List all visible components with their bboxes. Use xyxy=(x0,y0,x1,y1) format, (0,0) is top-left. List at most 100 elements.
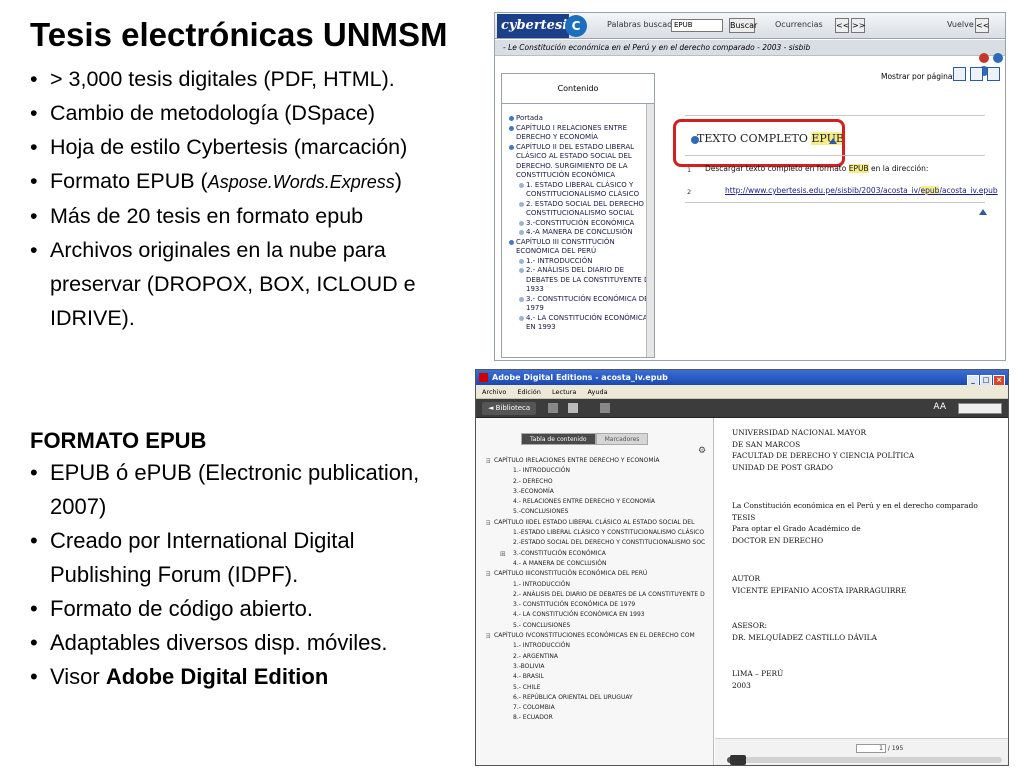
view-full-icon[interactable] xyxy=(953,67,966,81)
toc-item[interactable]: 3.-CONSTITUCIÓN ECONÓMICA xyxy=(486,549,708,559)
toc-item[interactable]: 6.- REPÚBLICA ORIENTAL DEL URUGUAY xyxy=(486,693,708,703)
page-line: 2003 xyxy=(732,680,751,690)
cybertesis-screenshot: cybertesis C Palabras buscadas EPUB Busc… xyxy=(494,12,1006,361)
toc-item[interactable]: 5.- CONCLUSIONES xyxy=(486,621,708,631)
highlight-annotation xyxy=(673,119,845,167)
toc-item[interactable]: 7.- COLOMBIA xyxy=(486,703,708,713)
view-split-icon[interactable] xyxy=(987,67,1000,81)
contents-view-icon[interactable] xyxy=(568,403,578,413)
reading-progress-bar[interactable] xyxy=(727,755,1002,765)
toc-item[interactable]: 1.- INTRODUCCIÓN xyxy=(486,641,708,651)
font-size-slider[interactable] xyxy=(958,403,1002,414)
sidebar-toc-item[interactable]: 3.-CONSTITUCIÓN ECONÓMICA xyxy=(508,219,654,229)
text-span: Adobe Digital Edition xyxy=(105,664,329,689)
help-icon[interactable] xyxy=(993,53,1003,63)
menu-edicion[interactable]: Edición xyxy=(517,388,541,396)
search-button[interactable]: Buscar xyxy=(729,18,757,33)
window-titlebar: Adobe Digital Editions - acosta_iv.epub … xyxy=(476,370,1008,386)
sidebar-toc-item[interactable]: CAPÍTULO I RELACIONES ENTRE DERECHO Y EC… xyxy=(508,124,654,143)
toc-item[interactable]: 4.- BRASIL xyxy=(486,672,708,682)
text-span: ) xyxy=(394,169,402,193)
sidebar-toc-item[interactable]: 1.- INTRODUCCIÓN xyxy=(508,257,654,267)
menu-ayuda[interactable]: Ayuda xyxy=(587,388,607,396)
sidebar-toc-item[interactable]: 4.-A MANERA DE CONCLUSIÓN xyxy=(508,228,654,238)
toc-item[interactable]: 4.- RELACIONES ENTRE DERECHO Y ECONOMÍA xyxy=(486,497,708,507)
cybertesis-toolbar: cybertesis C Palabras buscadas EPUB Busc… xyxy=(495,13,1005,39)
page-university-block: UNIVERSIDAD NACIONAL MAYOR DE SAN MARCOS F… xyxy=(732,427,914,473)
page-line: TESIS xyxy=(732,512,756,522)
bullet-item: Visor Adobe Digital Edition xyxy=(30,660,450,694)
window-title: Adobe Digital Editions - acosta_iv.epub xyxy=(492,373,668,382)
print-icon[interactable] xyxy=(979,53,989,63)
gear-icon[interactable]: ⚙ xyxy=(698,446,706,456)
sidebar-scrollbar[interactable] xyxy=(646,104,654,357)
sidebar-toc-item[interactable]: 2. ESTADO SOCIAL DEL DERECHO Y CONSTITUC… xyxy=(508,200,654,219)
page-line: UNIDAD DE POST GRADO xyxy=(732,462,833,472)
toc-item[interactable]: 1.- INTRODUCCIÓN xyxy=(486,580,708,590)
font-size-button[interactable]: AA xyxy=(933,402,946,412)
bookmark-icon[interactable] xyxy=(548,403,558,413)
row-number: 1 xyxy=(687,166,692,174)
toc-chapter[interactable]: CAPÍTULO IIDEL ESTADO LIBERAL CLÁSICO AL… xyxy=(486,518,708,528)
text-span: Aspose.Words.Express xyxy=(207,172,395,192)
occurrences-label: Ocurrencias xyxy=(775,20,823,29)
back-button[interactable]: << xyxy=(975,18,989,33)
tab-bookmarks[interactable]: Marcadores xyxy=(595,433,649,445)
adobe-digital-editions-screenshot: Adobe Digital Editions - acosta_iv.epub … xyxy=(475,369,1009,766)
page-line: ASESOR: xyxy=(732,621,767,630)
bullet-item: Hoja de estilo Cybertesis (marcación) xyxy=(30,130,470,164)
chart-icon[interactable] xyxy=(600,403,610,413)
toc-item[interactable]: 2.-ESTADO SOCIAL DEL DERECHO Y CONSTITUC… xyxy=(486,538,708,548)
search-input[interactable]: EPUB xyxy=(671,19,723,32)
show-pages-label: Mostrar por páginas xyxy=(881,72,957,81)
sidebar-toc-item[interactable]: 3.- CONSTITUCIÓN ECONÓMICA DE 1979 xyxy=(508,295,654,314)
reading-progress-handle[interactable] xyxy=(729,755,746,765)
prev-occurrence-button[interactable]: << xyxy=(835,18,849,33)
toc-item[interactable]: 3.- CONSTITUCIÓN ECONÓMICA DE 1979 xyxy=(486,600,708,610)
menu-archivo[interactable]: Archivo xyxy=(482,388,506,396)
page-line: AUTOR xyxy=(732,574,761,583)
sidebar-toc-item[interactable]: CAPÍTULO II DEL ESTADO LIBERAL CLÁSICO A… xyxy=(508,143,654,181)
page-line: FACULTAD DE DERECHO Y CIENCIA POLÍTICA xyxy=(732,451,915,460)
bullet-item: Formato de código abierto. xyxy=(30,592,450,626)
toc-item[interactable]: 1.- INTRODUCCIÓN xyxy=(486,466,708,476)
toc-item[interactable]: 2.- ANÁLISIS DEL DIARIO DE DEBATES DE LA… xyxy=(486,590,708,600)
breadcrumb: - Le Constitución económica en el Perú y… xyxy=(495,40,1005,56)
toc-item[interactable]: 2.- DERECHO xyxy=(486,477,708,487)
toc-item[interactable]: 5.- CHILE xyxy=(486,683,708,693)
app-icon xyxy=(479,373,488,382)
sidebar-toc-item[interactable]: CAPÍTULO III CONSTITUCIÓN ECONÓMICA DEL … xyxy=(508,238,654,257)
toc-chapter[interactable]: CAPÍTULO IIICONSTITUCIÓN ECONÓMICA DEL P… xyxy=(486,569,708,579)
bullet-item: Más de 20 tesis en formato epub xyxy=(30,199,470,233)
bullet-item: EPUB ó ePUB (Electronic publication, 200… xyxy=(30,456,450,524)
toc-chapter[interactable]: CAPÍTULO IVCONSTITUCIONES ECONÓMICAS EN … xyxy=(486,631,708,641)
view-pages-icon[interactable] xyxy=(970,67,983,81)
menu-lectura[interactable]: Lectura xyxy=(552,388,576,396)
toc-item[interactable]: 4.- A MANERA DE CONCLUSIÓN xyxy=(486,559,708,569)
sidebar-toc-item[interactable]: 1. ESTADO LIBERAL CLÁSICO Y CONSTITUCION… xyxy=(508,181,654,200)
toc-item[interactable]: 8.- ECUADOR xyxy=(486,713,708,723)
epub-download-link[interactable]: http://www.cybertesis.edu.pe/sisbib/2003… xyxy=(725,186,998,195)
toc-item[interactable]: 1.-ESTADO LIBERAL CLÁSICO Y CONSTITUCION… xyxy=(486,528,708,538)
row-number: 2 xyxy=(687,188,692,196)
sidebar-toc-item[interactable]: 4.- LA CONSTITUCIÓN ECONÓMICA EN 1993 xyxy=(508,314,654,333)
tab-table-of-contents[interactable]: Tabla de contenido xyxy=(521,433,596,445)
sidebar-toc-item[interactable]: 2.- ANÁLISIS DEL DIARIO DE DEBATES DE LA… xyxy=(508,266,654,295)
toc-item[interactable]: 5.-CONCLUSIONES xyxy=(486,507,708,517)
page-line: La Constitución económica en el Perú y e… xyxy=(732,501,978,510)
page-place-block: LIMA – PERÚ 2003 xyxy=(732,668,783,691)
scroll-up-icon[interactable] xyxy=(979,209,987,215)
page-line: Para optar el Grado Académico de xyxy=(732,524,861,533)
library-button[interactable]: ◄ Biblioteca xyxy=(482,402,537,415)
toc-item[interactable]: 2.- ARGENTINA xyxy=(486,652,708,662)
toc-item[interactable]: 4.- LA CONSTITUCIÓN ECONÓMICA EN 1993 xyxy=(486,610,708,620)
toc-chapter[interactable]: CAPÍTULO IRELACIONES ENTRE DERECHO Y ECO… xyxy=(486,456,708,466)
toc-item[interactable]: 3.-BOLIVIA xyxy=(486,662,708,672)
page-author-block: AUTOR VICENTE EPIFANIO ACOSTA IPARRAGUIRR… xyxy=(732,573,906,596)
page-number-input[interactable]: 1 xyxy=(856,744,886,753)
page-total: / 195 xyxy=(887,745,904,752)
toc-item[interactable]: 3.-ECONOMÍA xyxy=(486,487,708,497)
sidebar-toc: Portada CAPÍTULO I RELACIONES ENTRE DEREC… xyxy=(502,104,654,333)
sidebar-toc-item[interactable]: Portada xyxy=(508,114,654,124)
next-occurrence-button[interactable]: >> xyxy=(851,18,865,33)
